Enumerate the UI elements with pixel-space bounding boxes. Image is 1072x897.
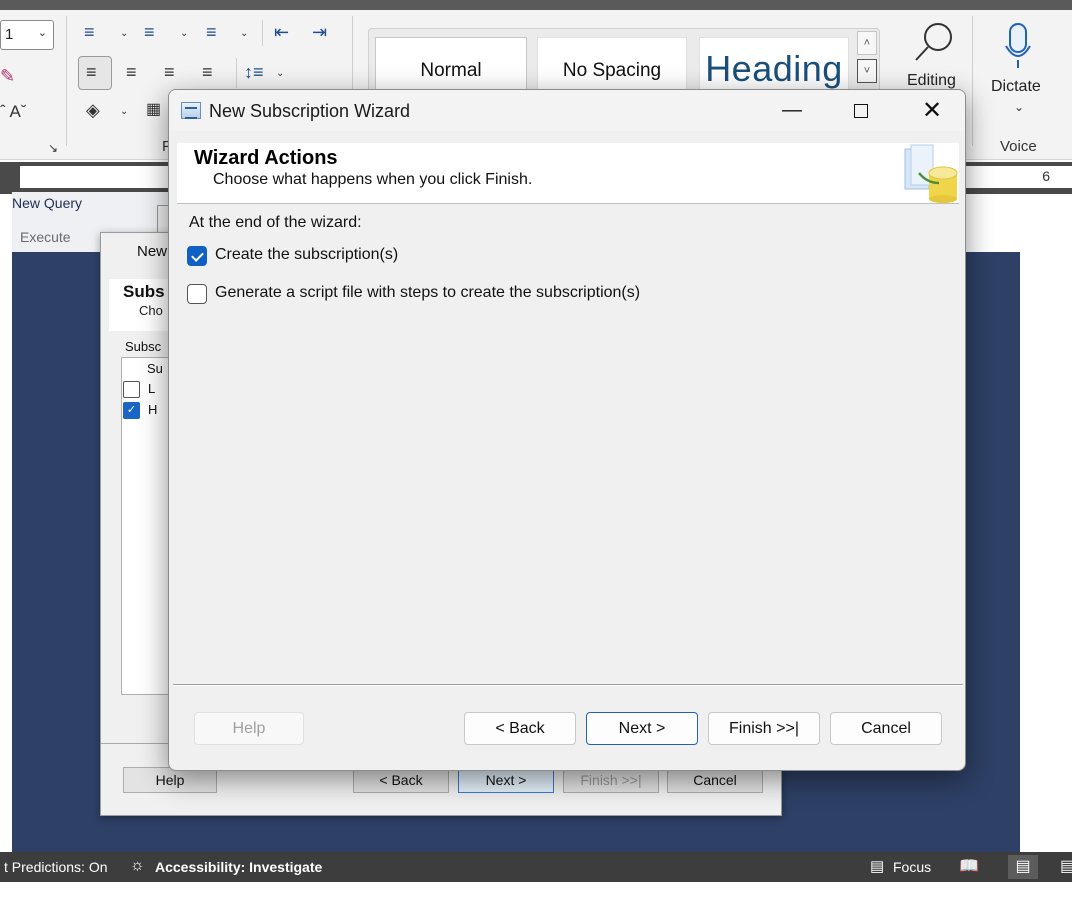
format-painter-icon[interactable]: ✎ xyxy=(0,66,15,86)
footer-divider xyxy=(173,684,963,686)
next-button[interactable]: Next > xyxy=(586,712,698,745)
create-subscriptions-option[interactable]: Create the subscription(s) xyxy=(187,245,427,267)
ribbon-separator xyxy=(972,16,973,146)
dialog-launcher-icon[interactable]: ↘ xyxy=(48,138,58,158)
background-header-title: Subs xyxy=(123,282,165,301)
dialog-titlebar[interactable]: New Subscription Wizard — ✕ xyxy=(169,90,965,131)
finish-button[interactable]: Finish >>| xyxy=(708,712,820,745)
help-button[interactable]: Help xyxy=(194,712,304,745)
chevron-down-icon[interactable]: ⌄ xyxy=(1014,100,1024,114)
maximize-icon xyxy=(854,103,868,118)
wizard-app-icon xyxy=(181,102,201,119)
minimize-icon: — xyxy=(782,99,802,121)
font-size-select[interactable]: 1 ⌄ xyxy=(0,20,54,50)
new-subscription-wizard-dialog: New Subscription Wizard — ✕ Wizard Actio… xyxy=(168,89,966,771)
create-subscriptions-label[interactable]: Create the subscription(s) xyxy=(215,246,398,264)
new-query-button[interactable]: New Query xyxy=(12,195,82,211)
focus-icon: ▤ xyxy=(870,858,885,875)
web-layout-icon[interactable]: ▤ xyxy=(1060,855,1072,879)
bullets-icon[interactable]: ≡ xyxy=(84,22,95,42)
ruler-segment xyxy=(966,166,1072,188)
close-icon: ✕ xyxy=(921,97,943,124)
background-list-label: Subsc xyxy=(125,339,162,354)
microphone-icon[interactable] xyxy=(1004,22,1032,70)
chevron-down-icon[interactable]: ⌄ xyxy=(240,28,248,39)
generate-script-label[interactable]: Generate a script file with steps to cre… xyxy=(215,284,640,302)
cancel-button[interactable]: Cancel xyxy=(830,712,942,745)
generate-script-checkbox[interactable] xyxy=(187,284,207,304)
execute-button[interactable]: Execute xyxy=(20,229,71,245)
dialog-title: New Subscription Wizard xyxy=(209,101,411,121)
font-size-decrease-icon[interactable]: ˆ Aˇ xyxy=(0,102,26,122)
background-header-subtitle: Cho xyxy=(139,303,163,318)
voice-group-label: Voice xyxy=(1000,138,1037,155)
shading-icon[interactable]: ◈ xyxy=(86,100,100,120)
database-wizard-icon xyxy=(903,143,959,203)
search-icon[interactable] xyxy=(912,20,956,64)
decrease-indent-icon[interactable]: ⇤ xyxy=(274,22,289,42)
page-subtitle: Choose what happens when you click Finis… xyxy=(213,171,533,188)
line-spacing-icon[interactable]: ↕≡ xyxy=(244,62,264,82)
ribbon-separator xyxy=(236,58,237,88)
page-title: Wizard Actions xyxy=(194,147,338,169)
wizard-page-header: Wizard Actions Choose what happens when … xyxy=(177,143,959,204)
align-center-icon[interactable]: ≡ xyxy=(126,62,137,82)
end-of-wizard-label: At the end of the wizard: xyxy=(189,214,362,231)
justify-icon[interactable]: ≡ xyxy=(202,62,213,82)
numbering-icon[interactable]: ≡ xyxy=(144,22,155,42)
styles-scroll-down-icon[interactable]: ˅ xyxy=(857,59,877,83)
background-row-checkbox[interactable] xyxy=(123,381,140,398)
background-row-text: H xyxy=(148,402,158,417)
print-layout-icon[interactable]: ▤ xyxy=(1008,855,1038,879)
generate-script-option[interactable]: Generate a script file with steps to cre… xyxy=(187,283,667,305)
accessibility-icon: ☼ xyxy=(130,857,145,874)
ruler-mark: 6 xyxy=(1042,168,1050,184)
align-left-icon: ≡ xyxy=(86,62,97,82)
ribbon-separator xyxy=(262,20,263,46)
background-row-checkbox-checked[interactable]: ✓ xyxy=(123,402,140,419)
ruler-segment xyxy=(20,166,170,188)
back-button[interactable]: < Back xyxy=(464,712,576,745)
style-heading-label: Heading xyxy=(705,48,843,89)
ribbon-separator xyxy=(66,16,67,146)
multilevel-list-icon[interactable]: ≡ xyxy=(206,22,217,42)
word-status-bar: t Predictions: On ☼ Accessibility: Inves… xyxy=(0,852,1072,882)
font-size-value: 1 xyxy=(5,26,14,43)
word-title-strip xyxy=(0,0,1072,10)
dictate-label[interactable]: Dictate xyxy=(991,78,1041,96)
create-subscriptions-checkbox[interactable] xyxy=(187,246,207,266)
focus-button[interactable]: Focus xyxy=(893,859,931,875)
chevron-down-icon[interactable]: ⌄ xyxy=(276,68,284,79)
align-right-icon[interactable]: ≡ xyxy=(164,62,175,82)
styles-scroll-up-icon[interactable]: ˄ xyxy=(857,31,877,55)
chevron-down-icon[interactable]: ⌄ xyxy=(180,28,188,39)
chevron-down-icon[interactable]: ⌄ xyxy=(120,28,128,39)
read-mode-icon[interactable]: 📖 xyxy=(954,855,984,879)
text-predictions-status[interactable]: t Predictions: On xyxy=(4,859,108,875)
background-dialog-title: New xyxy=(137,243,168,260)
close-button[interactable]: ✕ xyxy=(897,90,965,131)
background-row-text: L xyxy=(148,381,156,396)
document-margin xyxy=(1020,194,1072,854)
increase-indent-icon[interactable]: ⇥ xyxy=(312,22,327,42)
maximize-button[interactable] xyxy=(826,90,896,131)
borders-icon[interactable]: ▦ xyxy=(146,100,161,120)
chevron-down-icon[interactable]: ⌄ xyxy=(120,106,128,117)
style-no-spacing-label: No Spacing xyxy=(562,60,662,81)
style-normal-label: Normal xyxy=(420,60,482,81)
accessibility-status[interactable]: Accessibility: Investigate xyxy=(155,859,322,875)
chevron-down-icon: ⌄ xyxy=(37,27,47,39)
background-list-column: Su xyxy=(147,361,163,376)
editing-label[interactable]: Editing xyxy=(907,72,956,90)
screen: 1 ⌄ ✎ ˆ Aˇ ≡ ⌄ ≡ ⌄ ≡ ⌄ ⇤ ⇥ ≡ ≡ ≡ ≡ ↕≡ ⌄ … xyxy=(0,0,1072,897)
minimize-button[interactable]: — xyxy=(757,90,827,131)
